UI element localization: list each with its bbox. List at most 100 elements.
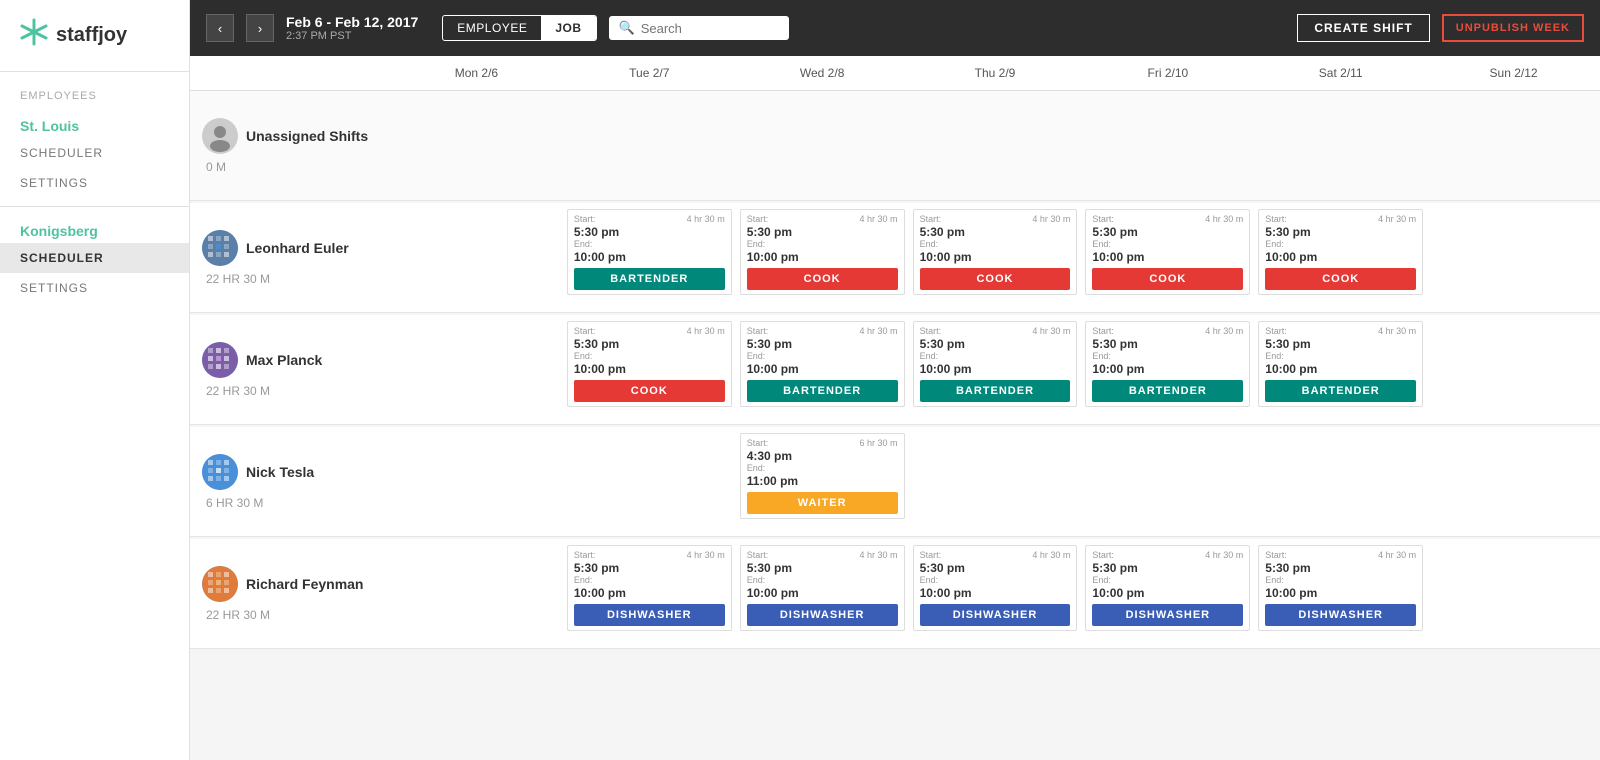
planck-fri-badge[interactable]: BARTENDER	[1092, 380, 1243, 402]
feynman-fri-card[interactable]: Start:5:30 pm 4 hr 30 m End:10:00 pm DIS…	[1085, 545, 1250, 631]
feynman-thu-badge[interactable]: DISHWASHER	[920, 604, 1071, 626]
sidebar-item-settings-stlouis[interactable]: SETTINGS	[0, 168, 189, 198]
euler-sat: Start:5:30 pm 4 hr 30 m End:10:00 pm COO…	[1254, 203, 1427, 312]
prev-week-button[interactable]: ‹	[206, 14, 234, 42]
euler-thu: Start:5:30 pm 4 hr 30 m End:10:00 pm COO…	[909, 203, 1082, 312]
euler-hours: 22 HR 30 M	[202, 272, 270, 286]
euler-tue-end-block: End: 10:00 pm	[574, 239, 725, 264]
location-konigsberg: Konigsberg	[0, 215, 189, 243]
logo-icon	[20, 18, 48, 53]
planck-sun	[1427, 315, 1600, 424]
feynman-info: Richard Feynman 22 HR 30 M	[190, 539, 390, 648]
euler-wed-card[interactable]: Start:5:30 pm 4 hr 30 m End:10:00 pm COO…	[740, 209, 905, 295]
create-shift-button[interactable]: CREATE SHIFT	[1297, 14, 1429, 42]
planck-tue: Start:5:30 pm 4 hr 30 m End:10:00 pm COO…	[563, 315, 736, 424]
planck-wed: Start:5:30 pm 4 hr 30 m End:10:00 pm BAR…	[736, 315, 909, 424]
day-header-empty	[190, 66, 390, 80]
calendar: Mon 2/6 Tue 2/7 Wed 2/8 Thu 2/9 Fri 2/10…	[190, 56, 1600, 760]
tesla-wed-badge[interactable]: WAITER	[747, 492, 898, 514]
planck-tue-card[interactable]: Start:5:30 pm 4 hr 30 m End:10:00 pm COO…	[567, 321, 732, 407]
planck-avatar	[202, 342, 238, 378]
day-header-fri: Fri 2/10	[1081, 66, 1254, 80]
day-header-sun: Sun 2/12	[1427, 66, 1600, 80]
euler-tue-time-row: Start: 5:30 pm 4 hr 30 m	[574, 214, 725, 239]
unassigned-row: Unassigned Shifts 0 M	[190, 91, 1600, 201]
euler-fri-card[interactable]: Start:5:30 pm 4 hr 30 m End:10:00 pm COO…	[1085, 209, 1250, 295]
euler-mon	[390, 203, 563, 312]
feynman-sat-card[interactable]: Start:5:30 pm 4 hr 30 m End:10:00 pm DIS…	[1258, 545, 1423, 631]
planck-wed-badge[interactable]: BARTENDER	[747, 380, 898, 402]
feynman-mon	[390, 539, 563, 648]
euler-fri-badge[interactable]: COOK	[1092, 268, 1243, 290]
tesla-tue	[563, 427, 736, 536]
euler-info: Leonhard Euler 22 HR 30 M	[190, 203, 390, 312]
topbar: ‹ › Feb 6 - Feb 12, 2017 2:37 PM PST EMP…	[190, 0, 1600, 56]
tesla-sat	[1254, 427, 1427, 536]
date-range-sub: 2:37 PM PST	[286, 30, 418, 42]
unassigned-mon	[390, 91, 563, 200]
day-header-mon: Mon 2/6	[390, 66, 563, 80]
unassigned-thu	[909, 91, 1082, 200]
day-header-thu: Thu 2/9	[909, 66, 1082, 80]
feynman-wed-badge[interactable]: DISHWASHER	[747, 604, 898, 626]
tesla-wed-card[interactable]: Start:4:30 pm 6 hr 30 m End:11:00 pm WAI…	[740, 433, 905, 519]
next-week-button[interactable]: ›	[246, 14, 274, 42]
sidebar-item-scheduler-stlouis[interactable]: SCHEDULER	[0, 138, 189, 168]
tesla-name-row: Nick Tesla	[202, 454, 314, 490]
feynman-tue-badge[interactable]: DISHWASHER	[574, 604, 725, 626]
tesla-mon	[390, 427, 563, 536]
euler-sat-card[interactable]: Start:5:30 pm 4 hr 30 m End:10:00 pm COO…	[1258, 209, 1423, 295]
feynman-thu-card[interactable]: Start:5:30 pm 4 hr 30 m End:10:00 pm DIS…	[913, 545, 1078, 631]
search-icon: 🔍	[619, 20, 635, 36]
toggle-employee-button[interactable]: EMPLOYEE	[443, 16, 541, 40]
feynman-thu: Start:5:30 pm 4 hr 30 m End:10:00 pm DIS…	[909, 539, 1082, 648]
search-box: 🔍	[609, 16, 789, 40]
sidebar-item-scheduler-konigsberg[interactable]: SCHEDULER	[0, 243, 189, 273]
unassigned-sun	[1427, 91, 1600, 200]
logo-text: staffjoy	[56, 24, 127, 47]
date-range-main: Feb 6 - Feb 12, 2017	[286, 14, 418, 30]
euler-tue-badge[interactable]: BARTENDER	[574, 268, 725, 290]
tesla-row: Nick Tesla 6 HR 30 M Start:4:30 pm 6 hr …	[190, 427, 1600, 537]
planck-thu-badge[interactable]: BARTENDER	[920, 380, 1071, 402]
planck-name-row: Max Planck	[202, 342, 322, 378]
euler-tue-card[interactable]: Start: 5:30 pm 4 hr 30 m End: 10:00 pm B…	[567, 209, 732, 295]
sidebar-item-settings-konigsberg[interactable]: SETTINGS	[0, 273, 189, 303]
feynman-hours: 22 HR 30 M	[202, 608, 270, 622]
logo: staffjoy	[0, 0, 189, 72]
unpublish-week-button[interactable]: UNPUBLISH WEEK	[1442, 14, 1584, 42]
unassigned-hours: 0 M	[202, 160, 226, 174]
euler-tue-start-block: Start: 5:30 pm	[574, 214, 619, 239]
tesla-info: Nick Tesla 6 HR 30 M	[190, 427, 390, 536]
unassigned-tue	[563, 91, 736, 200]
feynman-tue-card[interactable]: Start:5:30 pm 4 hr 30 m End:10:00 pm DIS…	[567, 545, 732, 631]
planck-thu-card[interactable]: Start:5:30 pm 4 hr 30 m End:10:00 pm BAR…	[913, 321, 1078, 407]
euler-sat-badge[interactable]: COOK	[1265, 268, 1416, 290]
euler-tue-inner: Start: 5:30 pm 4 hr 30 m End: 10:00 pm B…	[567, 209, 732, 295]
euler-avatar	[202, 230, 238, 266]
view-toggle: EMPLOYEE JOB	[442, 15, 596, 41]
search-input[interactable]	[641, 21, 779, 36]
planck-name: Max Planck	[246, 352, 322, 368]
feynman-sat-badge[interactable]: DISHWASHER	[1265, 604, 1416, 626]
unassigned-name-row: Unassigned Shifts	[202, 118, 368, 154]
euler-sun	[1427, 203, 1600, 312]
feynman-fri-badge[interactable]: DISHWASHER	[1092, 604, 1243, 626]
unassigned-avatar	[202, 118, 238, 154]
euler-name: Leonhard Euler	[246, 240, 349, 256]
day-header-tue: Tue 2/7	[563, 66, 736, 80]
euler-thu-card[interactable]: Start:5:30 pm 4 hr 30 m End:10:00 pm COO…	[913, 209, 1078, 295]
sidebar-divider	[0, 206, 189, 207]
planck-sat-card[interactable]: Start:5:30 pm 4 hr 30 m End:10:00 pm BAR…	[1258, 321, 1423, 407]
day-headers: Mon 2/6 Tue 2/7 Wed 2/8 Thu 2/9 Fri 2/10…	[190, 56, 1600, 91]
planck-sat-badge[interactable]: BARTENDER	[1265, 380, 1416, 402]
euler-thu-badge[interactable]: COOK	[920, 268, 1071, 290]
planck-wed-card[interactable]: Start:5:30 pm 4 hr 30 m End:10:00 pm BAR…	[740, 321, 905, 407]
planck-tue-badge[interactable]: COOK	[574, 380, 725, 402]
tesla-wed: Start:4:30 pm 6 hr 30 m End:11:00 pm WAI…	[736, 427, 909, 536]
feynman-name-row: Richard Feynman	[202, 566, 363, 602]
planck-fri-card[interactable]: Start:5:30 pm 4 hr 30 m End:10:00 pm BAR…	[1085, 321, 1250, 407]
euler-wed-badge[interactable]: COOK	[747, 268, 898, 290]
toggle-job-button[interactable]: JOB	[541, 16, 595, 40]
feynman-wed-card[interactable]: Start:5:30 pm 4 hr 30 m End:10:00 pm DIS…	[740, 545, 905, 631]
